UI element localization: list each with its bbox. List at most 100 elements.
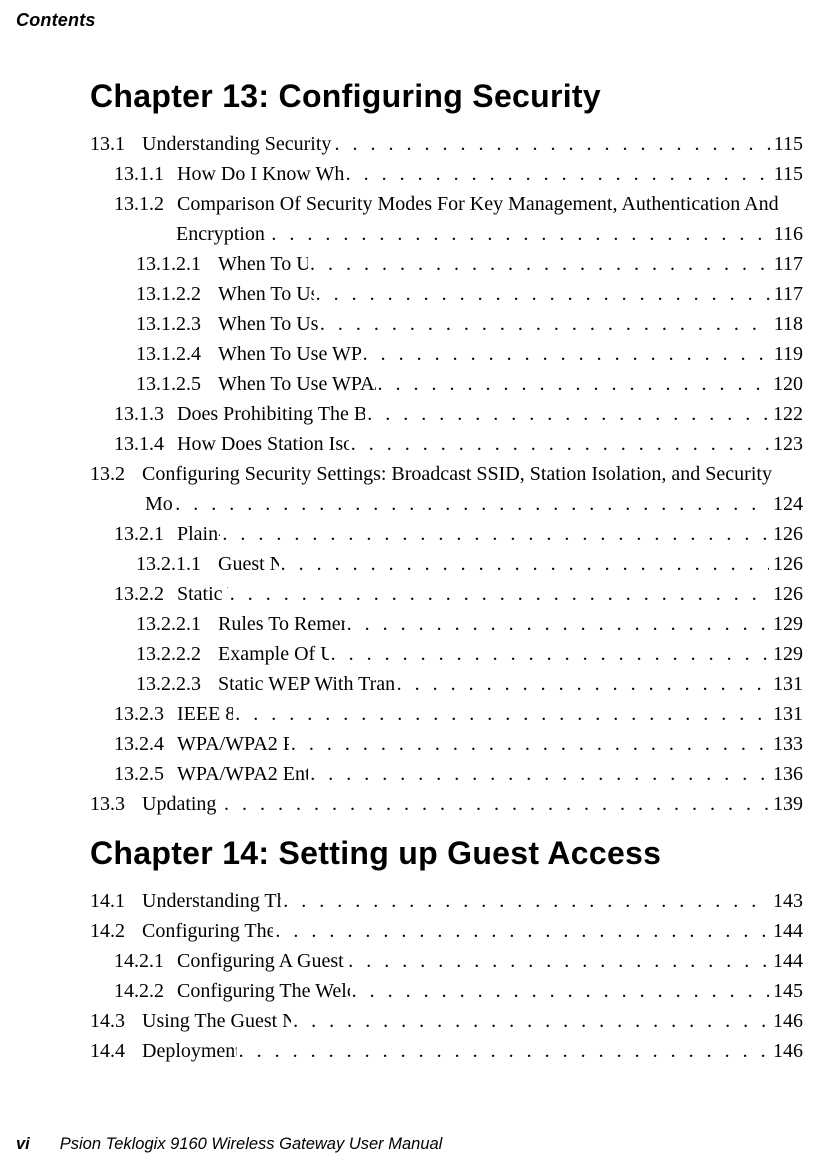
toc-entry-page: 129 xyxy=(773,609,803,639)
toc-entry-title: Configuring Security Settings: Broadcast… xyxy=(142,459,772,489)
toc-entry-number: 13.1.2.4 xyxy=(136,339,218,369)
toc-entry-number: 14.4 xyxy=(90,1036,142,1066)
toc-leader xyxy=(347,609,769,639)
toc-entry-title: Encryption Algorithms xyxy=(176,219,269,249)
toc-entry-title: Mode xyxy=(145,489,173,519)
toc-entry-page: 115 xyxy=(774,129,803,159)
toc-entry-number: 14.2.2 xyxy=(114,976,177,1006)
toc-leader xyxy=(351,429,769,459)
toc-entry-number: 14.2.1 xyxy=(114,946,177,976)
toc-entry: 13.2.2.1Rules To Remember For Static WEP… xyxy=(136,609,803,639)
toc-entry: 13.1.2.4When To Use WPA/WPA2 Personal (P… xyxy=(136,339,803,369)
page: Contents Chapter 13: Configuring Securit… xyxy=(0,0,833,1176)
toc-entry: 13.2.1.1Guest Network126 xyxy=(136,549,803,579)
toc-entry: 13.1.2Comparison Of Security Modes For K… xyxy=(114,189,803,219)
toc-entry-page: 124 xyxy=(773,489,803,519)
toc-entry: 13.2Configuring Security Settings: Broad… xyxy=(90,459,803,489)
toc-entry: 14.1Understanding The Guest Interface 143 xyxy=(90,886,803,916)
toc-entry-number: 13.1.2.2 xyxy=(136,279,218,309)
toc-entry-page: 129 xyxy=(773,639,803,669)
toc-entry-title: WPA/WPA2 Personal (PSK) xyxy=(177,729,289,759)
toc-entry-number: 13.1.4 xyxy=(114,429,177,459)
toc-entry-title: Rules To Remember For Static WEP xyxy=(218,609,345,639)
toc-entry-number: 13.2.1 xyxy=(114,519,177,549)
toc-entry-page: 122 xyxy=(773,399,803,429)
toc-leader xyxy=(230,579,769,609)
toc-entry: 14.3Using The Guest Network As A Client1… xyxy=(90,1006,803,1036)
chapter-title: Chapter 14: Setting up Guest Access xyxy=(90,835,803,872)
toc-entry-page: 126 xyxy=(773,549,803,579)
toc-leader xyxy=(224,789,769,819)
toc-entry-page: 133 xyxy=(773,729,803,759)
toc-entry: 13.2.2.3Static WEP With Transfer Key Ind… xyxy=(136,669,803,699)
toc-entry-title: Configuring A Guest Network On A Virtual… xyxy=(177,946,346,976)
toc-entry-title: Example Of Using Static WEP xyxy=(218,639,329,669)
toc-entry: 13.1.2.2When To Use Static WEP117 xyxy=(136,279,803,309)
toc-entry: 13.2.2.2Example Of Using Static WEP 129 xyxy=(136,639,803,669)
toc-entry: 13.2.4WPA/WPA2 Personal (PSK)133 xyxy=(114,729,803,759)
toc-entry-title: Using The Guest Network As A Client xyxy=(142,1006,291,1036)
toc-entry-number: 13.1.2.3 xyxy=(136,309,218,339)
toc-entry-number: 13.2 xyxy=(90,459,142,489)
toc-entry-title: Does Prohibiting The Broadcast SSID Enha… xyxy=(177,399,365,429)
toc-entry-number: 13.2.3 xyxy=(114,699,177,729)
toc-entry-number: 13.2.2.2 xyxy=(136,639,218,669)
toc-leader xyxy=(291,729,769,759)
toc-entry-title: Plain-text xyxy=(177,519,220,549)
toc-entry-page: 143 xyxy=(773,886,803,916)
toc-entry-title: IEEE 802.1x xyxy=(177,699,233,729)
toc-entry: 13.1.2.1When To Use Plain-text117 xyxy=(136,249,803,279)
toc-leader xyxy=(378,369,769,399)
toc-entry-number: 14.1 xyxy=(90,886,142,916)
toc-entry-page: 123 xyxy=(773,429,803,459)
running-header: Contents xyxy=(16,10,96,31)
toc-entry-page: 136 xyxy=(773,759,803,789)
toc-leader xyxy=(175,489,769,519)
toc-entry: 13.1.4How Does Station Isolation Protect… xyxy=(114,429,803,459)
toc-entry-title: Configuring The Welcome Screen (Captive … xyxy=(177,976,350,1006)
toc-entry-page: 131 xyxy=(773,699,803,729)
toc-entry-page: 144 xyxy=(773,946,803,976)
toc-entry-page: 145 xyxy=(773,976,803,1006)
toc-leader xyxy=(275,916,769,946)
toc-entry-page: 118 xyxy=(774,309,803,339)
toc-leader xyxy=(348,946,769,976)
toc-entry-number: 13.2.2.3 xyxy=(136,669,218,699)
toc-leader xyxy=(367,399,769,429)
toc-entry-page: 116 xyxy=(774,219,803,249)
toc-leader xyxy=(310,249,770,279)
toc-leader xyxy=(346,159,770,189)
toc-entry-number: 13.1.2 xyxy=(114,189,177,219)
toc-entry-title: Deployment Example xyxy=(142,1036,237,1066)
toc-entry-title: Understanding Security Issues On Wireles… xyxy=(142,129,332,159)
toc-entry: 13.1.2.5When To Use WPA/WPA2 Enterprise … xyxy=(136,369,803,399)
toc-entry-title: Understanding The Guest Interface xyxy=(142,886,281,916)
toc-entry-title: Comparison Of Security Modes For Key Man… xyxy=(177,189,779,219)
footer: vi Psion Teklogix 9160 Wireless Gateway … xyxy=(16,1135,442,1154)
toc-entry-title: Updating Settings xyxy=(142,789,222,819)
toc-entry-number: 13.3 xyxy=(90,789,142,819)
toc-leader xyxy=(352,976,769,1006)
toc-leader xyxy=(271,219,769,249)
toc-entry-number: 13.2.5 xyxy=(114,759,177,789)
toc-entry-continuation: Mode 124 xyxy=(145,489,803,519)
toc-entry: 14.2.1Configuring A Guest Network On A V… xyxy=(114,946,803,976)
toc-entry-title: Configuring The Guest Interface xyxy=(142,916,273,946)
chapter-title: Chapter 13: Configuring Security xyxy=(90,78,803,115)
toc-entry-title: When To Use WPA/WPA2 Personal (PSK) xyxy=(218,339,361,369)
toc-entry-page: 120 xyxy=(773,369,803,399)
toc-entry-page: 146 xyxy=(773,1006,803,1036)
toc-entry-title: Guest Network xyxy=(218,549,279,579)
toc-leader xyxy=(316,279,770,309)
toc-entry-page: 126 xyxy=(773,579,803,609)
toc-entry-page: 144 xyxy=(773,916,803,946)
toc-entry: 13.2.3IEEE 802.1x 131 xyxy=(114,699,803,729)
toc-leader xyxy=(293,1006,769,1036)
toc-entry: 13.1Understanding Security Issues On Wir… xyxy=(90,129,803,159)
toc-entry-page: 139 xyxy=(773,789,803,819)
toc-entry-title: Static WEP xyxy=(177,579,228,609)
toc-leader xyxy=(222,519,769,549)
toc-entry: 14.4Deployment Example146 xyxy=(90,1036,803,1066)
toc-entry-title: Static WEP With Transfer Key Indexes On … xyxy=(218,669,395,699)
toc-entry-number: 14.2 xyxy=(90,916,142,946)
